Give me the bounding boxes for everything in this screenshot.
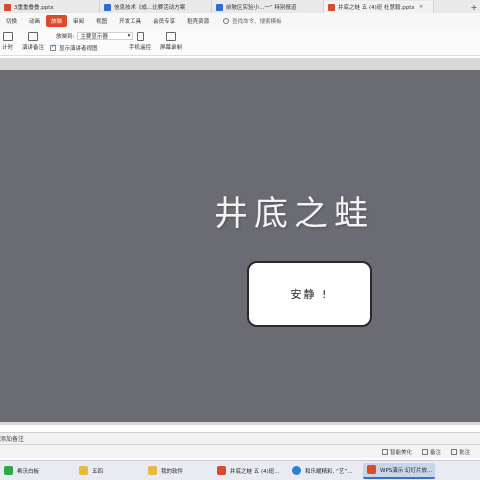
menu-animation[interactable]: 动画 (23, 17, 46, 25)
doc-tab-active[interactable]: 井底之蛙 五 (4)班 杜慧毅.pptx × (324, 1, 434, 13)
doc-tab[interactable]: 3重重叠叠.pptx (0, 1, 100, 13)
taskbar-item[interactable]: 我的软件 (144, 463, 210, 479)
taskbar-item[interactable]: 希沃白板 (0, 463, 72, 479)
annotate-button[interactable]: 批注 (450, 448, 470, 456)
status-bar: 智能美化 备注 批注 (0, 444, 480, 458)
menu-transition[interactable]: 切换 (0, 17, 23, 25)
pptx-file-icon (4, 3, 11, 11)
doc-file-icon (104, 3, 111, 11)
document-tab-bar: 3重重叠叠.pptx 信息技术《成...比赛活动方案 前陂区实验小...一” 特… (0, 0, 480, 13)
phone-icon (136, 32, 144, 41)
taskbar-item-label: 希沃白板 (17, 468, 40, 475)
taskbar-item-label: WPS演示 幻灯片放... (380, 467, 433, 474)
presenter-view-checkbox[interactable] (50, 43, 56, 51)
command-search-text: 查找命令、搜索模板 (232, 19, 282, 25)
notes-pane[interactable]: 添加备注 (0, 432, 480, 444)
folder-icon (79, 466, 88, 475)
wps-icon (217, 466, 226, 475)
notes-toggle-label: 备注 (429, 449, 441, 456)
display-select[interactable]: 主要显示器 ▾ (77, 32, 134, 40)
ribbon-menu-bar: 切换 动画 放映 审阅 视图 开发工具 会员专享 稻壳资源 查找命令、搜索模板 (0, 13, 480, 29)
smart-beautify-button[interactable]: 智能美化 (381, 448, 412, 456)
os-taskbar: 希沃白板 五四 我的软件 井底之蛙 五 (4)班... 和乐耀精彩, “艺”..… (0, 460, 480, 480)
annotate-label: 批注 (458, 449, 470, 456)
taskbar-item-label: 和乐耀精彩, “艺”... (305, 468, 353, 475)
browser-icon (292, 466, 301, 475)
taskbar-item[interactable]: 井底之蛙 五 (4)班... (213, 463, 285, 479)
command-search[interactable]: 查找命令、搜索模板 (223, 17, 282, 25)
search-icon (223, 18, 230, 24)
menu-view[interactable]: 视图 (90, 17, 113, 25)
menu-developer[interactable]: 开发工具 (113, 17, 147, 25)
menu-review[interactable]: 审阅 (67, 17, 90, 25)
beautify-icon (381, 448, 388, 455)
screen-record-button[interactable]: 屏幕录制 (160, 32, 182, 51)
doc-tab-label: 前陂区实验小...一” 特别报道 (226, 5, 297, 11)
doc-tab[interactable]: 前陂区实验小...一” 特别报道 (212, 1, 324, 13)
menu-docer-resources[interactable]: 稻壳资源 (181, 17, 215, 25)
status-right-group: 智能美化 备注 批注 (381, 448, 480, 456)
record-icon (166, 32, 176, 41)
taskbar-item-label: 井底之蛙 五 (4)班... (230, 468, 280, 475)
phone-remote-label: 手机遥控 (129, 45, 152, 51)
close-tab-icon[interactable]: × (419, 4, 424, 10)
slide-title[interactable]: 井底之蛙 (214, 186, 374, 235)
doc-file-icon (216, 3, 223, 11)
taskbar-item-active[interactable]: WPS演示 幻灯片放... (363, 462, 435, 479)
pptx-file-icon (328, 3, 335, 11)
notes-icon (28, 32, 38, 41)
screen-record-label: 屏幕录制 (160, 45, 183, 51)
doc-tab-label: 3重重叠叠.pptx (14, 5, 54, 11)
doc-tab[interactable]: 信息技术《成...比赛活动方案 (100, 1, 212, 13)
phone-remote-button[interactable]: 手机遥控 (129, 32, 151, 51)
play-to-label: 放映到: (56, 34, 75, 40)
app-icon (4, 466, 13, 475)
taskbar-item[interactable]: 和乐耀精彩, “艺”... (288, 463, 360, 479)
slide-canvas[interactable] (0, 70, 480, 422)
notes-placeholder: 添加备注 (0, 436, 25, 443)
presenter-view-row[interactable]: 显示演讲者视图 (50, 43, 98, 52)
display-select-value: 主要显示器 (80, 34, 108, 40)
doc-tab-label: 信息技术《成...比赛活动方案 (114, 5, 186, 11)
slide-card[interactable]: 安静 ! (247, 261, 372, 327)
taskbar-item-label: 我的软件 (161, 468, 184, 475)
presenter-view-label: 显示演讲者视图 (59, 46, 98, 52)
smart-beautify-label: 智能美化 (389, 449, 412, 456)
slide-card-text: 安静 ! (290, 288, 329, 301)
timer-icon (2, 32, 13, 41)
taskbar-item-label: 五四 (92, 468, 104, 475)
wps-icon (367, 465, 376, 474)
speaker-notes-button[interactable]: 演讲备注 (22, 32, 44, 51)
taskbar-item[interactable]: 五四 (75, 463, 141, 479)
timing-button[interactable]: 计时 (2, 32, 13, 51)
notes-icon (421, 448, 428, 455)
folder-icon (148, 466, 157, 475)
new-tab-icon[interactable]: + (468, 1, 480, 13)
speaker-notes-label: 演讲备注 (22, 45, 45, 51)
doc-tab-label: 井底之蛙 五 (4)班 杜慧毅.pptx (338, 5, 415, 11)
notes-toggle-button[interactable]: 备注 (421, 448, 441, 456)
slideshow-toolbar: 计时 演讲备注 放映到: 主要显示器 ▾ 显示演讲者视图 手机遥控 屏幕录制 (0, 29, 480, 56)
comment-icon (450, 448, 457, 455)
play-to-row: 放映到: 主要显示器 ▾ (56, 32, 134, 40)
timing-label: 计时 (2, 45, 14, 51)
menu-member[interactable]: 会员专享 (147, 17, 181, 25)
menu-slideshow[interactable]: 放映 (46, 15, 68, 27)
